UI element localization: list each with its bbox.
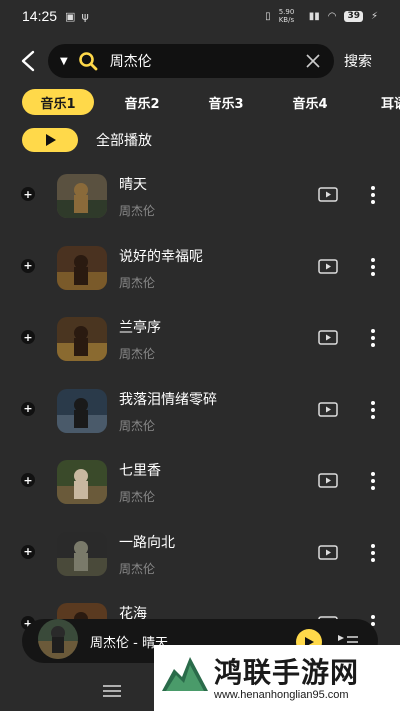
charging-icon: ⚡ [370, 10, 378, 22]
dropdown-icon[interactable]: ▼ [60, 56, 68, 67]
song-cover [57, 460, 107, 504]
song-title: 一路向北 [119, 534, 175, 551]
category-tabs: 音乐1 音乐2 音乐3 音乐4 耳语 [22, 89, 400, 115]
song-row[interactable]: + 七里香周杰伦 [0, 452, 400, 524]
add-to-playlist-icon[interactable]: + [21, 187, 35, 201]
watermark-brand: 鸿联手游网 [214, 656, 360, 689]
song-artist: 周杰伦 [119, 347, 156, 361]
song-row[interactable]: + 我落泪情绪零碎 周杰伦 [0, 381, 400, 453]
usb-icon: ψ [81, 9, 89, 23]
more-options-icon[interactable] [363, 327, 383, 349]
search-button[interactable]: 搜索 [344, 51, 372, 71]
wifi-icon: ◠ [327, 10, 337, 22]
song-row[interactable]: + 一路向北周杰伦 [0, 524, 400, 596]
mv-icon[interactable] [318, 187, 338, 203]
tab-2[interactable]: 音乐2 [106, 89, 178, 115]
mv-icon[interactable] [318, 258, 338, 275]
more-options-icon[interactable] [363, 470, 383, 492]
search-row: ▼ 周杰伦 搜索 [0, 42, 400, 80]
mv-icon[interactable] [318, 330, 338, 346]
song-artist: 周杰伦 [119, 561, 156, 576]
song-list: + 晴天 周杰伦 + 说好的幸福呢 周杰伦 + 兰亭序 周杰伦 + 我落泪情绪零碎 周杰伦 + 七里香 周杰… [0, 166, 400, 667]
play-icon [46, 134, 56, 146]
song-title: 说好的幸福呢 [119, 248, 203, 265]
watermark-logo-icon [162, 657, 208, 691]
more-options-icon[interactable] [363, 399, 383, 421]
network-speed: 5.90 KB/s [278, 8, 295, 24]
song-title: 晴天 [119, 177, 147, 193]
song-cover [57, 531, 107, 576]
song-cover [57, 174, 107, 218]
song-cover [57, 388, 107, 433]
add-to-playlist-icon[interactable]: + [21, 401, 35, 416]
song-row[interactable]: + 说好的幸福呢 周杰伦 [0, 238, 400, 310]
status-time: 14:25 [22, 8, 58, 24]
back-button[interactable] [8, 42, 48, 80]
tab-5[interactable]: 耳语 [358, 89, 400, 115]
clear-icon[interactable] [306, 54, 320, 68]
add-to-playlist-icon[interactable]: + [21, 473, 35, 487]
song-cover [57, 245, 107, 290]
mv-icon[interactable] [318, 401, 338, 418]
tab-3[interactable]: 音乐3 [190, 89, 262, 115]
more-options-icon[interactable] [363, 256, 383, 278]
image-icon: ▣ [65, 9, 76, 23]
song-title: 我落泪情绪零碎 [119, 391, 217, 408]
search-input[interactable]: 周杰伦 [110, 51, 306, 71]
signal-icon: ▮▮ [308, 10, 320, 22]
song-artist: 周杰伦 [119, 418, 156, 433]
search-icon [78, 52, 98, 71]
song-title: 兰亭序 [119, 320, 161, 336]
add-to-playlist-icon[interactable]: + [21, 330, 35, 344]
watermark: 鸿联手游网 www.henanhonglian95.com [154, 645, 400, 711]
more-options-icon[interactable] [363, 542, 383, 564]
vibrate-icon: ▯ [265, 10, 271, 22]
mv-icon[interactable] [318, 473, 338, 489]
battery-indicator: 39 [344, 10, 363, 22]
song-artist: 周杰伦 [119, 204, 156, 218]
song-row[interactable]: + 兰亭序周杰伦 [0, 309, 400, 381]
watermark-url: www.henanhonglian95.com [214, 689, 349, 701]
search-box[interactable]: ▼ 周杰伦 [48, 44, 334, 78]
play-all-label[interactable]: 全部播放 [96, 130, 152, 150]
play-all-button[interactable] [22, 128, 78, 152]
mv-icon[interactable] [318, 544, 338, 561]
song-title: 七里香 [119, 463, 161, 479]
more-options-icon[interactable] [363, 184, 383, 206]
now-playing-cover [38, 619, 78, 659]
tab-4[interactable]: 音乐4 [274, 89, 346, 115]
menu-icon[interactable] [103, 684, 121, 698]
tab-1[interactable]: 音乐1 [22, 89, 94, 115]
song-artist: 周杰伦 [119, 275, 156, 290]
back-arrow-icon [21, 50, 35, 72]
song-cover [57, 317, 107, 361]
add-to-playlist-icon[interactable]: + [21, 258, 35, 273]
play-all-row[interactable]: 全部播放 [22, 128, 152, 152]
status-bar: 14:25 ▣ ψ ▯ 5.90 KB/s ▮▮ ◠ 39 ⚡ [0, 0, 400, 32]
song-artist: 周杰伦 [119, 490, 156, 504]
add-to-playlist-icon[interactable]: + [21, 544, 35, 559]
status-right: ▯ 5.90 KB/s ▮▮ ◠ 39 ⚡ [265, 8, 378, 24]
song-row[interactable]: + 晴天周杰伦 [0, 166, 400, 238]
